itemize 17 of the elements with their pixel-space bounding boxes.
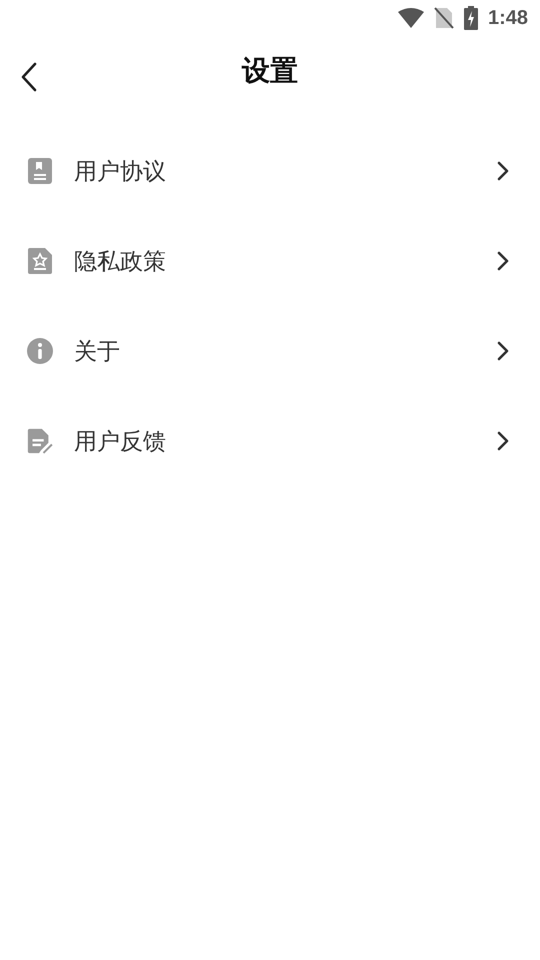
info-icon <box>26 337 54 365</box>
settings-item[interactable]: 隐私政策 <box>0 216 540 306</box>
settings-item[interactable]: 用户协议 <box>0 126 540 216</box>
no-sim-icon <box>434 7 454 29</box>
status-time: 1:48 <box>488 6 528 30</box>
wifi-icon <box>398 8 424 28</box>
page-title: 设置 <box>242 53 298 89</box>
chevron-right-icon <box>496 160 510 182</box>
edit-document-icon <box>26 427 54 455</box>
battery-charging-icon <box>464 6 478 30</box>
settings-item[interactable]: 用户反馈 <box>0 396 540 486</box>
settings-item[interactable]: 关于 <box>0 306 540 396</box>
chevron-right-icon <box>496 340 510 362</box>
chevron-right-icon <box>496 250 510 272</box>
star-document-icon <box>26 247 54 275</box>
chevron-right-icon <box>496 430 510 452</box>
document-icon <box>26 157 54 185</box>
